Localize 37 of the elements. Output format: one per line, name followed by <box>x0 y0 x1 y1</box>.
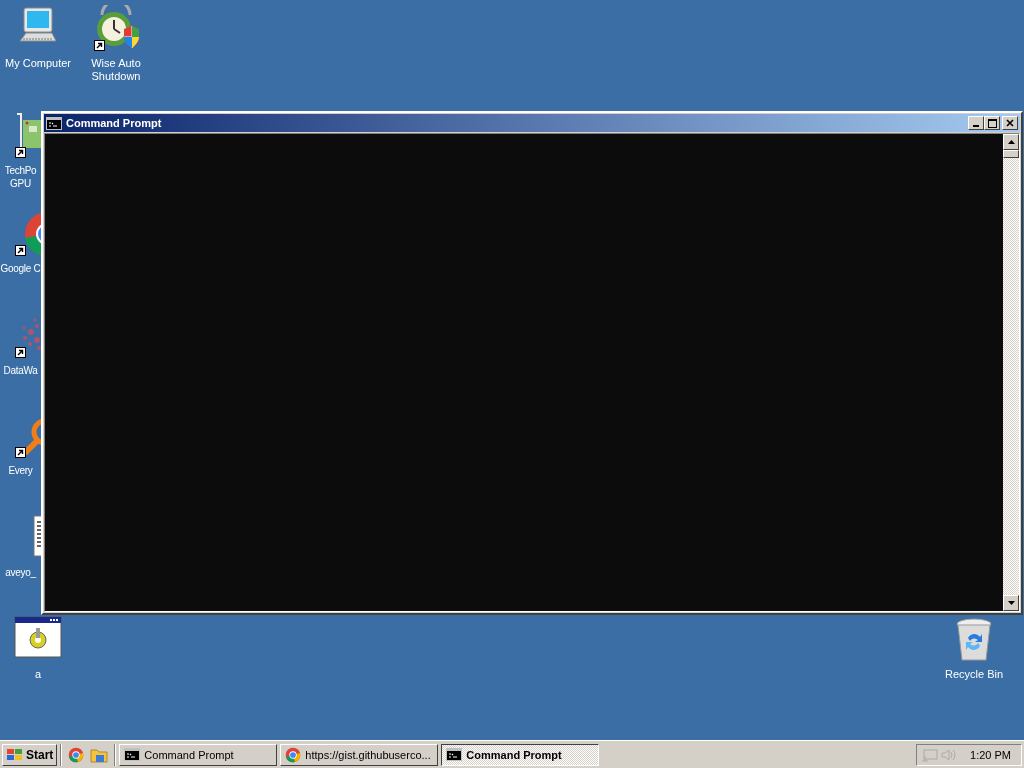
windows-flag-icon <box>6 747 24 762</box>
icon-label[interactable]: Google C <box>0 262 41 275</box>
scroll-down-icon[interactable] <box>1007 601 1015 605</box>
icon-label[interactable]: TechPo GPU <box>0 164 41 190</box>
icon-label[interactable]: DataWa <box>0 364 41 377</box>
shortcut-arrow-icon <box>15 447 26 458</box>
program-window-icon[interactable] <box>14 616 62 658</box>
close-button[interactable] <box>1002 116 1018 130</box>
maximize-icon <box>987 118 997 128</box>
terminal-icon <box>124 748 141 761</box>
close-icon <box>1006 119 1014 127</box>
icon-label[interactable]: Recycle Bin <box>944 668 1004 681</box>
scroll-thumb[interactable] <box>1003 150 1019 158</box>
window-title: Command Prompt <box>66 117 162 129</box>
shortcut-arrow-icon <box>15 245 26 256</box>
shortcut-arrow-icon <box>15 347 26 358</box>
icon-label[interactable]: Every <box>0 464 41 477</box>
folder-icon[interactable] <box>90 746 109 763</box>
icon-label[interactable]: Wise Auto Shutdown <box>91 57 141 83</box>
vertical-scrollbar[interactable] <box>1003 134 1019 611</box>
shortcut-arrow-icon <box>15 147 26 158</box>
chrome-icon <box>285 746 302 763</box>
start-button[interactable]: Start <box>2 743 58 766</box>
maximize-button[interactable] <box>984 116 1000 130</box>
chrome-icon <box>68 746 85 763</box>
taskbar-button[interactable]: Command Prompt <box>441 743 600 766</box>
icon-label[interactable]: a <box>34 668 42 681</box>
minimize-button[interactable] <box>968 116 984 130</box>
icon-label[interactable]: aveyo_ <box>0 566 41 579</box>
terminal-icon <box>446 748 463 761</box>
taskbar-button[interactable]: https://gist.githubuserco... <box>280 743 439 766</box>
clock[interactable]: 1:20 PM <box>970 748 1017 761</box>
taskbar-button[interactable]: Command Prompt <box>119 743 278 766</box>
icon-label[interactable]: My Computer <box>5 57 71 70</box>
scroll-up-icon[interactable] <box>1007 140 1015 144</box>
shortcut-arrow-icon <box>94 40 105 51</box>
terminal-icon <box>46 116 62 130</box>
